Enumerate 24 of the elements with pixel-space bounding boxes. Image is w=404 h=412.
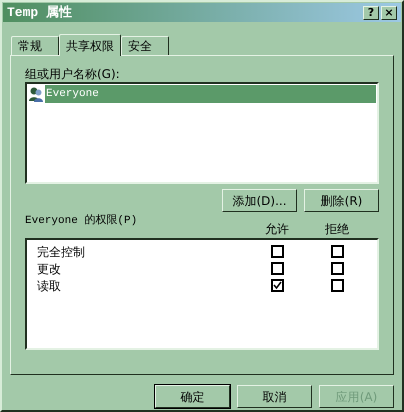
checkbox[interactable] <box>330 279 344 292</box>
group-label: 组或用户名称(G): <box>25 66 121 82</box>
checkbox[interactable] <box>270 279 284 292</box>
checkbox[interactable] <box>270 262 284 275</box>
remove-button[interactable]: 删除(R) <box>304 189 379 212</box>
add-button[interactable]: 添加(D)... <box>222 189 297 212</box>
cancel-button[interactable]: 取消 <box>237 385 312 408</box>
close-button[interactable]: × <box>381 6 397 20</box>
permission-name: 完全控制 <box>37 244 86 260</box>
checkbox[interactable] <box>330 262 344 275</box>
ok-button[interactable]: 确定 <box>155 385 230 408</box>
column-header: 允许 <box>264 221 290 238</box>
checkbox[interactable] <box>330 245 344 258</box>
permission-name: 读取 <box>37 278 62 294</box>
checkbox[interactable] <box>270 245 284 258</box>
permission-name: 更改 <box>37 260 62 278</box>
help-button[interactable]: ? <box>363 6 379 20</box>
window-title: Temp 属性 <box>7 4 72 22</box>
column-header: 拒绝 <box>324 221 350 238</box>
tab[interactable]: 共享权限 <box>59 34 121 56</box>
tab[interactable]: 安全 <box>121 36 169 55</box>
users-icon <box>28 86 44 102</box>
tab[interactable]: 常规 <box>11 36 59 55</box>
permissions-label: Everyone 的权限(P) <box>25 213 138 228</box>
